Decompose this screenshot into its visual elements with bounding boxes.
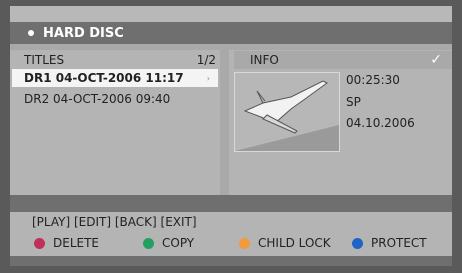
titles-page-indicator: 1/2 — [196, 53, 216, 67]
legend-copy[interactable]: COPY — [143, 236, 194, 250]
legend-delete[interactable]: DELETE — [34, 236, 99, 250]
title-row-selected[interactable]: DR1 04-OCT-2006 11:17 › — [12, 69, 218, 87]
info-heading: INFO — [250, 53, 279, 67]
footer-separator — [10, 195, 452, 212]
info-header: INFO ✓ — [234, 51, 452, 69]
blue-dot-icon — [352, 237, 363, 249]
green-dot-icon — [143, 237, 154, 249]
menu-header: HARD DISC — [10, 22, 452, 44]
legend-protect[interactable]: PROTECT — [352, 236, 427, 250]
recording-date-value: 04.10.2006 — [346, 116, 415, 130]
top-band — [10, 6, 452, 22]
duration-value: 00:25:30 — [346, 73, 400, 87]
orange-dot-icon — [239, 237, 250, 249]
checkmark-icon: ✓ — [430, 52, 442, 68]
menu-title: HARD DISC — [43, 25, 124, 41]
recording-mode-value: SP — [346, 95, 361, 109]
airplane-image — [235, 73, 339, 151]
legend-label: PROTECT — [371, 236, 427, 250]
recording-thumbnail — [234, 72, 340, 152]
bullet-icon — [28, 30, 34, 36]
legend-label: COPY — [162, 236, 195, 250]
footer-bottom-band — [10, 256, 452, 266]
panel-separator — [220, 50, 229, 195]
red-dot-icon — [34, 237, 45, 249]
title-label: DR1 04-OCT-2006 11:17 — [24, 71, 184, 85]
chevron-right-icon: › — [206, 73, 210, 83]
legend-child-lock[interactable]: CHILD LOCK — [239, 236, 331, 250]
title-label: DR2 04-OCT-2006 09:40 — [24, 92, 171, 106]
titles-heading: TITLES — [24, 53, 65, 67]
remote-keys-hint: [PLAY] [EDIT] [BACK] [EXIT] — [32, 215, 197, 229]
titles-header: TITLES 1/2 — [24, 53, 216, 69]
legend-label: CHILD LOCK — [258, 236, 331, 250]
title-row[interactable]: DR2 04-OCT-2006 09:40 — [12, 90, 218, 108]
legend-label: DELETE — [53, 236, 100, 250]
